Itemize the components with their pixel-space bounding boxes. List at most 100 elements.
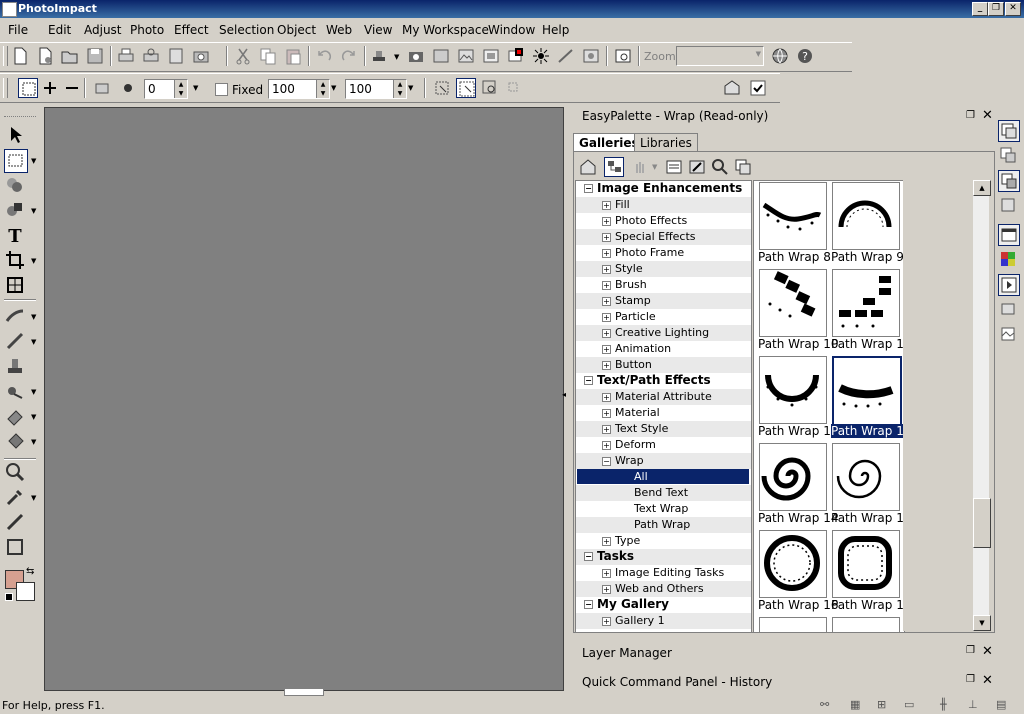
image-optimizer-icon[interactable] bbox=[431, 46, 451, 66]
close-button[interactable]: ✕ bbox=[1005, 2, 1021, 16]
soft-edge-stepper[interactable]: 0 ▲ ▼ bbox=[144, 79, 188, 99]
antialias-icon[interactable] bbox=[118, 78, 138, 98]
zoom-tool-icon[interactable] bbox=[4, 461, 26, 483]
eraser-icon[interactable] bbox=[4, 405, 26, 427]
link-status-icon[interactable]: ⚯ bbox=[820, 698, 829, 711]
home-icon[interactable] bbox=[578, 157, 598, 177]
menu-my-workspace[interactable]: My Workspace bbox=[402, 23, 489, 37]
palette-close-button[interactable]: ✕ bbox=[982, 108, 993, 123]
dropper-brush-icon[interactable] bbox=[4, 305, 26, 327]
button-designer-icon[interactable] bbox=[506, 46, 526, 66]
select-object-icon[interactable] bbox=[432, 78, 452, 98]
slice-tool-icon[interactable] bbox=[4, 274, 26, 296]
tree-item[interactable]: + Gallery 1 bbox=[602, 613, 665, 628]
gallery-thumbnail[interactable] bbox=[759, 530, 827, 598]
web-image-icon[interactable] bbox=[456, 46, 476, 66]
tree-item[interactable]: Text Wrap bbox=[634, 501, 688, 516]
gallery-thumbnail[interactable] bbox=[759, 182, 827, 250]
subtract-mode-icon[interactable] bbox=[62, 78, 82, 98]
add-mode-icon[interactable] bbox=[40, 78, 60, 98]
collapse-icon[interactable]: − bbox=[584, 600, 593, 609]
save-icon[interactable] bbox=[85, 46, 105, 66]
expand-icon[interactable]: + bbox=[602, 424, 611, 434]
menu-photo[interactable]: Photo bbox=[130, 23, 164, 37]
canvas-toggle-handle[interactable] bbox=[284, 688, 324, 696]
apply-icon[interactable] bbox=[748, 78, 768, 98]
gallery-thumbnail[interactable] bbox=[832, 269, 900, 337]
expand-icon[interactable]: + bbox=[602, 296, 611, 306]
paste-icon[interactable] bbox=[283, 46, 303, 66]
redo-icon[interactable] bbox=[339, 46, 359, 66]
ruler-status-icon[interactable]: ╫ bbox=[940, 698, 947, 711]
info-status-icon[interactable]: ▤ bbox=[996, 698, 1006, 711]
expand-icon[interactable]: + bbox=[602, 328, 611, 338]
expand-icon[interactable]: + bbox=[602, 440, 611, 450]
gallery-thumbnail[interactable] bbox=[759, 269, 827, 337]
tree-item[interactable]: + Stamp bbox=[602, 293, 651, 308]
new-icon[interactable] bbox=[10, 46, 30, 66]
default-colors-icon[interactable] bbox=[5, 593, 13, 601]
expand-icon[interactable]: + bbox=[602, 568, 611, 578]
scan-icon[interactable] bbox=[166, 46, 186, 66]
background-color-swatch[interactable] bbox=[16, 582, 35, 601]
menu-help[interactable]: Help bbox=[542, 23, 569, 37]
collapse-icon[interactable]: − bbox=[584, 184, 593, 193]
text-tool-icon[interactable]: T bbox=[4, 224, 26, 247]
gallery-thumbnail[interactable] bbox=[832, 443, 900, 511]
menu-window[interactable]: Window bbox=[488, 23, 535, 37]
tree-item[interactable]: + Brush bbox=[602, 277, 647, 292]
quick-command-restore-icon[interactable]: ❐ bbox=[966, 674, 975, 685]
menu-edit[interactable]: Edit bbox=[48, 23, 71, 37]
swap-colors-icon[interactable]: ⇆ bbox=[26, 566, 34, 577]
height-stepper[interactable]: 100 ▲ ▼ bbox=[345, 79, 407, 99]
expand-icon[interactable]: + bbox=[602, 360, 611, 370]
collapse-icon[interactable]: − bbox=[602, 456, 611, 466]
line-tool-icon[interactable] bbox=[4, 511, 26, 533]
app-icon[interactable] bbox=[2, 2, 17, 17]
tree-item[interactable]: + Material bbox=[602, 405, 660, 420]
expand-icon[interactable]: + bbox=[602, 216, 611, 226]
color-panel-icon[interactable] bbox=[998, 249, 1018, 269]
expand-icon[interactable]: + bbox=[602, 312, 611, 322]
capture-icon[interactable] bbox=[406, 46, 426, 66]
menu-effect[interactable]: Effect bbox=[174, 23, 209, 37]
tree-item[interactable]: + Creative Lighting bbox=[602, 325, 709, 340]
print-icon[interactable] bbox=[116, 46, 136, 66]
gallery-thumbnail[interactable] bbox=[759, 617, 827, 632]
tree-item[interactable]: + Style bbox=[602, 261, 643, 276]
tree-item[interactable]: + Animation bbox=[602, 341, 671, 356]
tree-item[interactable]: + Deform bbox=[602, 437, 656, 452]
selection-tool-icon[interactable] bbox=[4, 149, 28, 173]
document-panel-icon[interactable] bbox=[998, 324, 1018, 344]
new-from-template-icon[interactable] bbox=[35, 46, 55, 66]
quick-command-toggle-icon[interactable] bbox=[998, 274, 1020, 296]
tree-item[interactable]: + Button bbox=[602, 357, 652, 372]
pick-tool-icon[interactable] bbox=[4, 124, 26, 146]
tree-item[interactable]: Path Wrap bbox=[634, 517, 690, 532]
minimize-button[interactable]: _ bbox=[972, 2, 988, 16]
stamp-tool-icon[interactable] bbox=[370, 46, 390, 66]
tree-item[interactable]: + Photo Effects bbox=[602, 213, 687, 228]
tree-item[interactable]: + Fill bbox=[602, 197, 630, 212]
fixed-checkbox[interactable] bbox=[215, 83, 228, 96]
crop-tool-icon[interactable] bbox=[4, 249, 26, 271]
expand-icon[interactable]: + bbox=[602, 616, 611, 626]
menu-selection[interactable]: Selection bbox=[219, 23, 274, 37]
grid-status-icon[interactable]: ▦ bbox=[850, 698, 860, 711]
tree-item[interactable]: − Image Enhancements bbox=[584, 181, 742, 196]
grid-select-icon[interactable] bbox=[504, 78, 524, 98]
frame-icon[interactable] bbox=[481, 46, 501, 66]
gallery-thumbnail[interactable] bbox=[759, 443, 827, 511]
layer-manager-close-icon[interactable]: ✕ bbox=[982, 644, 993, 659]
camera-icon[interactable] bbox=[191, 46, 211, 66]
zoom-select[interactable]: ▼ bbox=[676, 46, 764, 66]
scroll-up-arrow[interactable]: ▲ bbox=[973, 180, 991, 196]
expand-icon[interactable]: + bbox=[602, 232, 611, 242]
particle-icon[interactable] bbox=[556, 46, 576, 66]
expand-icon[interactable]: + bbox=[602, 280, 611, 290]
rectangle-selection-icon[interactable] bbox=[18, 78, 38, 98]
tree-item[interactable]: − My Gallery bbox=[584, 597, 669, 612]
menu-file[interactable]: File bbox=[8, 23, 28, 37]
tree-item[interactable]: + Special Effects bbox=[602, 229, 696, 244]
print-preview-icon[interactable] bbox=[141, 46, 161, 66]
